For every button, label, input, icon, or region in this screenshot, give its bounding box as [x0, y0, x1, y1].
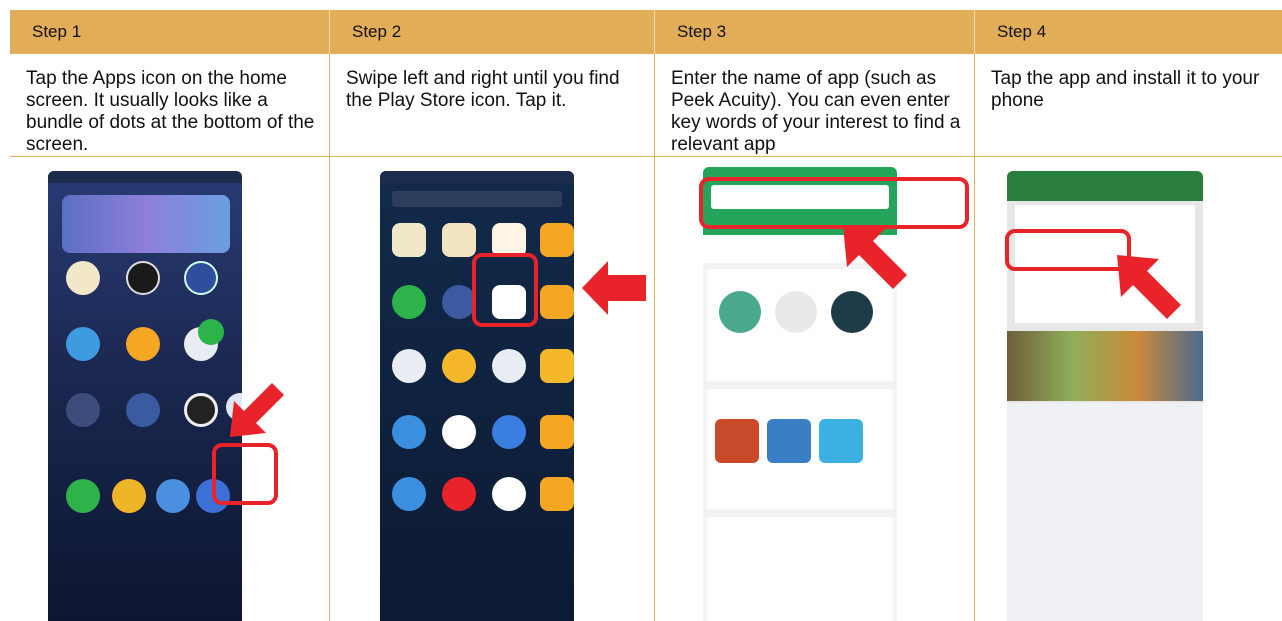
- step-4-description: Tap the app and install it to your phone: [975, 54, 1282, 157]
- step-2-description: Swipe left and right until you find the …: [330, 54, 655, 157]
- suggested-section: [707, 517, 893, 621]
- background-apps: [1007, 331, 1203, 401]
- step-4-screenshot: [975, 157, 1282, 621]
- on-screen-keyboard: [1007, 403, 1203, 621]
- step-3-title: Step 3: [677, 21, 727, 41]
- step-3-screenshot: [655, 157, 975, 621]
- instructions-table: Step 1 Step 2 Step 3 Step 4 Tap the Apps…: [10, 10, 1282, 621]
- step-2-title: Step 2: [352, 21, 402, 41]
- phone-app-drawer: [380, 171, 574, 621]
- pointer-arrow-icon: [230, 383, 284, 437]
- pointer-arrow-icon: [1117, 255, 1181, 319]
- step-3-description: Enter the name of app (such as Peek Acui…: [655, 54, 975, 157]
- step-1-title: Step 1: [32, 21, 82, 41]
- step-4-title: Step 4: [997, 21, 1047, 41]
- step-3-header: Step 3: [655, 10, 975, 54]
- app-search-bar: [392, 191, 562, 207]
- play-store-highlight: [472, 253, 538, 327]
- step-2-header: Step 2: [330, 10, 655, 54]
- search-bar-highlight: [699, 177, 969, 229]
- apps-icon-highlight: [212, 443, 278, 505]
- results-header: [1007, 171, 1203, 201]
- step-1-description: Tap the Apps icon on the home screen. It…: [10, 54, 330, 157]
- widget-card: [62, 195, 230, 253]
- step-1-screenshot: [10, 157, 330, 621]
- step-4-header: Step 4: [975, 10, 1282, 54]
- step-2-screenshot: [330, 157, 655, 621]
- step-1-header: Step 1: [10, 10, 330, 54]
- phone-home-screen: [48, 171, 242, 621]
- pointer-arrow-icon: [843, 225, 907, 289]
- pointer-arrow-icon: [582, 261, 646, 315]
